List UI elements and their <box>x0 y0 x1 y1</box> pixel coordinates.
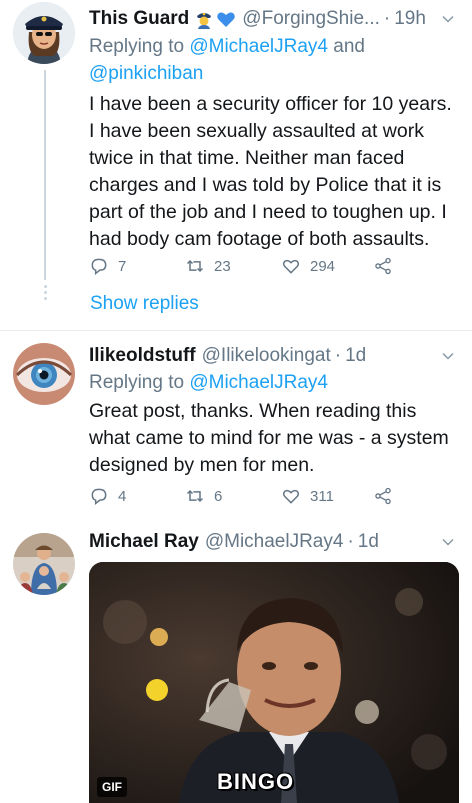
reply-icon <box>91 258 107 276</box>
replying-prefix: Replying to <box>89 372 185 393</box>
share-button[interactable] <box>373 256 402 276</box>
tweet-ilikeoldstuff[interactable]: Ilikeoldstuff @Ilikelookingat · 1d Reply… <box>0 331 472 521</box>
mention-link[interactable]: @MichaelJRay4 <box>189 36 328 57</box>
like-count: 311 <box>310 487 334 505</box>
chevron-down-icon[interactable] <box>442 536 454 548</box>
mention-link[interactable]: @MichaelJRay4 <box>189 372 328 393</box>
like-icon <box>282 489 300 504</box>
retweet-button[interactable]: 23 <box>185 256 281 276</box>
reply-button[interactable]: 7 <box>89 256 185 276</box>
reply-count: 4 <box>118 487 127 505</box>
tweet-text: Great post, thanks. When reading this wh… <box>89 398 458 479</box>
gif-media[interactable]: GIF BINGO <box>89 562 459 803</box>
user-handle[interactable]: @ForgingShie... <box>242 8 380 30</box>
avatar[interactable] <box>13 2 75 64</box>
tweet-actions: 4 6 311 <box>89 485 412 507</box>
text-line: I have been sexually assaulted at work <box>89 120 424 142</box>
like-icon <box>282 259 300 274</box>
replying-prefix: Replying to <box>89 36 185 57</box>
text-line: what came to mind for me was - a system <box>89 427 449 449</box>
tweet-text: I have been a security officer for 10 ye… <box>89 91 458 253</box>
user-handle[interactable]: @MichaelJRay4 <box>205 531 344 553</box>
eye-photo-avatar-icon <box>13 343 75 405</box>
mention-joiner: and <box>333 36 365 57</box>
separator-dot: · <box>334 345 342 366</box>
blue-heart-emoji-icon <box>216 9 236 29</box>
retweet-button[interactable]: 6 <box>185 486 281 506</box>
like-button[interactable]: 311 <box>281 486 373 506</box>
user-handle[interactable]: @Ilikelookingat <box>202 345 331 367</box>
text-line: designed by men for men. <box>89 454 315 476</box>
text-line: Great post, thanks. When reading this <box>89 400 417 422</box>
display-name[interactable]: Michael Ray <box>89 531 199 553</box>
gif-still-image <box>89 562 459 803</box>
retweet-count: 23 <box>214 257 231 275</box>
timestamp[interactable]: 19h <box>394 8 426 30</box>
mention-link[interactable]: @pinkichiban <box>89 63 203 84</box>
timestamp[interactable]: 1d <box>358 531 379 553</box>
tweet-header: This Guard @ForgingShie... · 19h <box>89 6 454 32</box>
gif-caption: BINGO <box>217 769 295 794</box>
avatar[interactable] <box>13 343 75 405</box>
text-line: twice in that time. Neither man faced <box>89 147 405 169</box>
police-officer-emoji-icon <box>194 9 214 29</box>
share-icon <box>375 487 391 505</box>
chevron-down-icon[interactable] <box>442 350 454 362</box>
share-button[interactable] <box>373 486 402 506</box>
reply-icon <box>91 488 107 506</box>
thread-dots <box>42 282 48 303</box>
separator-dot: · <box>347 531 354 552</box>
cartoon-guard-avatar-icon <box>13 2 75 64</box>
display-name[interactable]: This Guard <box>89 8 189 30</box>
tweet-header: Michael Ray @MichaelJRay4 · 1d <box>89 529 454 555</box>
gif-badge: GIF <box>97 777 127 797</box>
like-count: 294 <box>310 257 336 275</box>
retweet-count: 6 <box>214 487 223 505</box>
text-line: part of the job and I need to toughen up… <box>89 201 447 223</box>
reply-button[interactable]: 4 <box>89 486 185 506</box>
timestamp[interactable]: 1d <box>345 345 366 367</box>
retweet-icon <box>186 259 204 273</box>
tweet-this-guard[interactable]: This Guard @ForgingShie... · 19h Replyin… <box>0 0 472 330</box>
replying-to: Replying to @MichaelJRay4 and @pinkichib… <box>89 33 454 87</box>
text-line: I have been a security officer for 10 ye… <box>89 93 452 115</box>
family-photo-avatar-icon <box>13 533 75 595</box>
replying-to: Replying to @MichaelJRay4 <box>89 369 454 396</box>
text-line: charges and I was told by Police that it… <box>89 174 442 196</box>
tweet-actions: 7 23 294 <box>89 255 412 277</box>
separator-dot: · <box>383 8 391 29</box>
thread-line <box>44 70 46 280</box>
share-icon <box>375 257 391 275</box>
chevron-down-icon[interactable] <box>442 13 454 25</box>
display-name[interactable]: Ilikeoldstuff <box>89 345 196 367</box>
reply-count: 7 <box>118 257 127 275</box>
avatar[interactable] <box>13 533 75 595</box>
tweet-header: Ilikeoldstuff @Ilikelookingat · 1d <box>89 343 454 369</box>
like-button[interactable]: 294 <box>281 256 373 276</box>
text-line: had body cam footage of both assaults. <box>89 228 430 250</box>
show-replies-link[interactable]: Show replies <box>90 293 199 315</box>
retweet-icon <box>186 489 204 503</box>
